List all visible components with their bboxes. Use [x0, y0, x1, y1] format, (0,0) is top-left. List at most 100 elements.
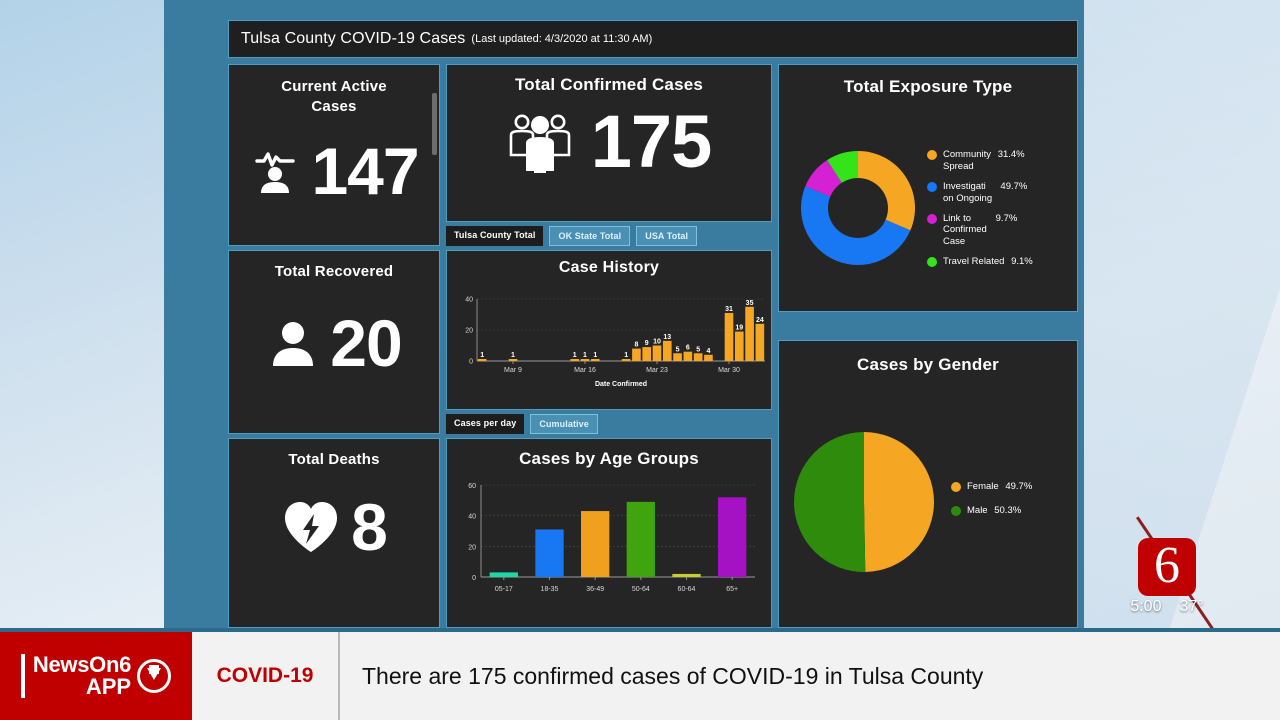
tab-cases-per-day[interactable]: Cases per day [446, 414, 525, 434]
svg-text:13: 13 [663, 334, 671, 341]
broadcast-screen: Tulsa County COVID-19 Cases (Last update… [0, 0, 1280, 720]
svg-text:0: 0 [469, 359, 473, 366]
card-active-title-line2: Cases [311, 97, 357, 115]
svg-text:5: 5 [696, 346, 700, 353]
download-arrow-icon [137, 659, 172, 693]
svg-text:50-64: 50-64 [632, 586, 650, 593]
card-deaths-title: Total Deaths [288, 451, 380, 468]
legend-label-link-to-confirmed-case: Link to 9.7% Confirmed Case [943, 212, 1018, 248]
svg-text:1: 1 [624, 352, 628, 359]
legend-dot-travel-related [927, 257, 937, 268]
card-gender-title: Cases by Gender [857, 355, 999, 374]
svg-text:20: 20 [468, 544, 476, 551]
svg-text:5: 5 [676, 346, 680, 353]
exposure-type-donut-chart [801, 151, 915, 265]
card-total-deaths: Total Deaths 8 [228, 438, 440, 628]
legend-label-investigation-ongoing: Investigati 49.7% on Ongoing [943, 180, 1028, 204]
svg-text:31: 31 [725, 306, 733, 313]
card-recovered-value: 20 [330, 306, 402, 380]
clock-time: 5:00 [1130, 598, 1162, 615]
legend-dot-investigation-ongoing [927, 181, 937, 192]
tab-usa-total[interactable]: USA Total [636, 226, 698, 246]
legend-item-investigation-ongoing[interactable]: Investigati 49.7% on Ongoing [927, 181, 1073, 205]
svg-text:1: 1 [573, 352, 577, 359]
card-cases-by-gender: Cases by Gender Female 49.7% Male 50.3% [778, 340, 1078, 628]
svg-text:9: 9 [645, 340, 649, 347]
card-total-exposure-type: Total Exposure Type Community 31.4% Spre… [778, 64, 1078, 312]
card-age-title: Cases by Age Groups [519, 449, 699, 468]
person-icon [273, 322, 314, 366]
cases-by-age-bar-chart: 0 20 40 60 05-17 18-35 36-49 50-64 60-64 65+ [468, 483, 755, 593]
dashboard-title-bar: Tulsa County COVID-19 Cases (Last update… [228, 20, 1078, 58]
svg-text:8: 8 [634, 342, 638, 349]
card-active-value: 147 [311, 134, 419, 208]
svg-text:40: 40 [468, 514, 476, 521]
svg-text:60: 60 [468, 483, 476, 490]
svg-text:40: 40 [465, 297, 473, 304]
svg-text:1: 1 [583, 352, 587, 359]
card-recovered-title: Total Recovered [274, 263, 394, 280]
svg-text:Mar 30: Mar 30 [718, 367, 740, 374]
svg-text:6: 6 [686, 345, 690, 352]
card-confirmed-title: Total Confirmed Cases [514, 75, 704, 94]
legend-dot-male [951, 505, 961, 516]
cases-by-gender-legend: Female 49.7% Male 50.3% [951, 481, 1032, 525]
svg-text:19: 19 [735, 325, 743, 332]
case-history-bar-chart: 020401 1 1 1 1 18 9 10135 6 5 431193524Mar 9 Mar 16… [465, 297, 765, 388]
svg-text:10: 10 [653, 339, 661, 346]
legend-label-male: Male 50.3% [967, 504, 1022, 516]
legend-label-female: Female 49.7% [967, 481, 1033, 492]
legend-label-travel-related: Travel Related 9.1% [943, 256, 1033, 268]
svg-text:Mar 16: Mar 16 [574, 367, 596, 374]
svg-text:18-35: 18-35 [541, 586, 559, 593]
legend-item-link-to-confirmed-case[interactable]: Link to 9.7% Confirmed Case [927, 213, 1073, 249]
scrollbar-thumb[interactable] [432, 93, 437, 155]
tab-cumulative[interactable]: Cumulative [530, 414, 598, 434]
confirmed-cases-tabbar: Tulsa County Total OK State Total USA To… [446, 226, 698, 246]
svg-text:35: 35 [746, 300, 754, 307]
logo-accent-bar [20, 654, 25, 698]
svg-text:20: 20 [465, 328, 473, 335]
cases-by-gender-pie-chart [794, 432, 935, 572]
newson6-app-logo: NewsOn6 APP [0, 632, 192, 720]
temperature-readout: 37° [1179, 598, 1204, 615]
logo-line1: NewsOn6 [32, 652, 132, 677]
ticker-headline-area: There are 175 confirmed cases of COVID-1… [340, 632, 1280, 720]
logo-line2: APP [85, 674, 132, 699]
exposure-type-legend: Community 31.4% Spread Investigati 49.7%… [927, 149, 1073, 276]
ticker-headline: There are 175 confirmed cases of COVID-1… [362, 662, 984, 689]
legend-item-community-spread[interactable]: Community 31.4% Spread [927, 149, 1073, 173]
patient-monitor-icon [255, 152, 296, 193]
tab-tulsa-county-total[interactable]: Tulsa County Total [446, 226, 544, 246]
group-of-people-icon [509, 114, 571, 173]
svg-text:1: 1 [480, 352, 484, 359]
broken-heart-icon [285, 502, 338, 552]
lower-third-ticker: NewsOn6 APP COVID-19 There are 175 confi… [0, 628, 1280, 720]
legend-dot-female [951, 482, 961, 492]
card-deaths-value: 8 [351, 490, 388, 564]
svg-text:Mar 23: Mar 23 [646, 367, 668, 374]
legend-item-male[interactable]: Male 50.3% [951, 505, 1032, 517]
svg-text:Date Confirmed: Date Confirmed [595, 381, 647, 388]
ticker-category-label: COVID-19 [216, 664, 314, 687]
tab-ok-state-total[interactable]: OK State Total [549, 226, 631, 246]
case-history-tabbar: Cases per day Cumulative [446, 414, 598, 434]
legend-label-community-spread: Community 31.4% Spread [943, 149, 1025, 172]
svg-text:Mar 9: Mar 9 [504, 367, 522, 374]
card-total-confirmed-cases: Total Confirmed Cases 175 [446, 64, 772, 222]
svg-text:1: 1 [593, 352, 597, 359]
dashboard-last-updated: (Last updated: 4/3/2020 at 11:30 AM) [471, 33, 653, 45]
card-current-active-cases: Current Active Cases 147 [228, 64, 440, 246]
svg-text:24: 24 [756, 317, 764, 324]
legend-item-female[interactable]: Female 49.7% [951, 481, 1032, 493]
covid-dashboard-panel: Tulsa County COVID-19 Cases (Last update… [164, 0, 1084, 630]
svg-text:1: 1 [511, 352, 515, 359]
station-bug: 6 5:00 37° [1112, 538, 1222, 616]
card-cases-by-age-groups: Cases by Age Groups 0 20 40 60 05-17 18-35 36-… [446, 438, 772, 628]
card-confirmed-value: 175 [590, 100, 712, 183]
card-total-recovered: Total Recovered 20 [228, 250, 440, 434]
legend-item-travel-related[interactable]: Travel Related 9.1% [927, 256, 1073, 268]
legend-dot-community-spread [927, 150, 937, 160]
svg-text:65+: 65+ [726, 586, 738, 593]
channel-6-logo: 6 [1138, 538, 1196, 596]
